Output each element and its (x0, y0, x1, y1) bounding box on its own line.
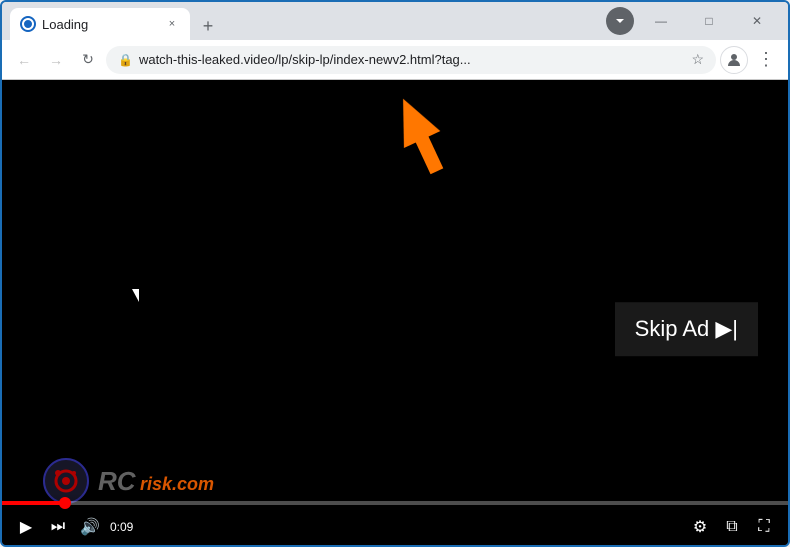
mouse-cursor (132, 289, 139, 302)
next-button[interactable]: ⏭ (46, 515, 70, 539)
video-player[interactable]: Skip Ad ▶| RC risk.com (2, 80, 788, 545)
video-controls: ▶ ⏭ 🔊 0:09 ⚙ ⧉ ⛶ (2, 493, 788, 545)
tab-close-button[interactable]: × (164, 16, 180, 32)
extensions-button[interactable] (606, 7, 634, 35)
url-bar[interactable]: 🔒 watch-this-leaked.video/lp/skip-lp/ind… (106, 46, 716, 74)
forward-button[interactable]: → (42, 46, 70, 74)
progress-bar[interactable] (2, 501, 788, 505)
url-text: watch-this-leaked.video/lp/skip-lp/index… (139, 52, 685, 67)
title-bar: Loading × + — □ ✕ (2, 2, 788, 40)
new-tab-button[interactable]: + (194, 12, 222, 40)
time-display: 0:09 (110, 520, 133, 534)
page-content: Skip Ad ▶| RC risk.com (2, 80, 788, 545)
skip-ad-button[interactable]: Skip Ad ▶| (615, 302, 758, 356)
controls-row: ▶ ⏭ 🔊 0:09 ⚙ ⧉ ⛶ (2, 511, 788, 545)
fullscreen-button[interactable]: ⛶ (752, 515, 776, 539)
active-tab[interactable]: Loading × (10, 8, 190, 40)
maximize-button[interactable]: □ (686, 5, 732, 37)
browser-window: Loading × + — □ ✕ ← → ↻ 🔒 watch-this-lea… (0, 0, 790, 547)
watermark-text: RC risk.com (98, 466, 214, 497)
profile-button[interactable] (720, 46, 748, 74)
refresh-button[interactable]: ↻ (74, 46, 102, 74)
volume-button[interactable]: 🔊 (78, 515, 102, 539)
progress-dot (59, 497, 71, 509)
back-button[interactable]: ← (10, 46, 38, 74)
play-button[interactable]: ▶ (14, 515, 38, 539)
menu-button[interactable]: ⋮ (752, 46, 780, 74)
settings-button[interactable]: ⚙ (688, 515, 712, 539)
progress-fill (2, 501, 65, 505)
window-controls: — □ ✕ (638, 5, 780, 37)
tab-area: Loading × + (10, 2, 598, 40)
right-controls: ⚙ ⧉ ⛶ (688, 515, 776, 539)
address-bar: ← → ↻ 🔒 watch-this-leaked.video/lp/skip-… (2, 40, 788, 80)
bookmark-star-icon[interactable]: ☆ (691, 51, 704, 68)
miniplayer-button[interactable]: ⧉ (720, 515, 744, 539)
tab-title: Loading (42, 17, 158, 32)
close-button[interactable]: ✕ (734, 5, 780, 37)
lock-icon: 🔒 (118, 53, 133, 67)
tab-favicon (20, 16, 36, 32)
minimize-button[interactable]: — (638, 5, 684, 37)
orange-arrow (375, 90, 455, 185)
